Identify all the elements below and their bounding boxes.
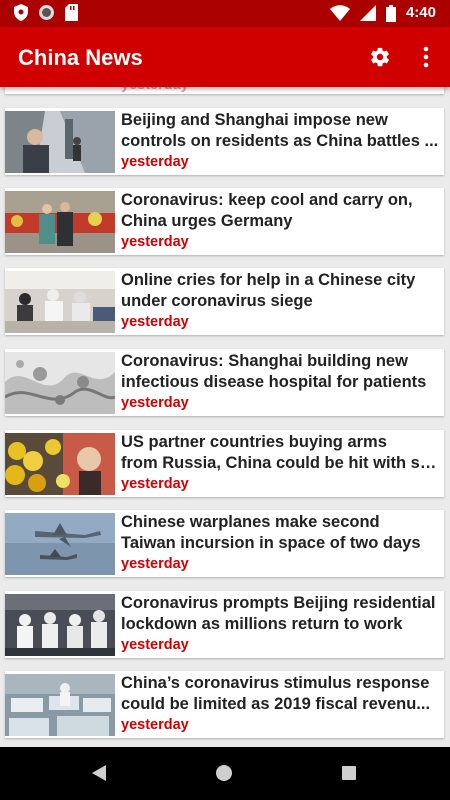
article-title: Online cries for help in a Chinese city …	[121, 270, 441, 311]
overflow-menu-button[interactable]	[420, 45, 432, 69]
article-time: yesterday	[121, 87, 189, 93]
article-title: Coronavirus: Shanghai building new infec…	[121, 351, 441, 392]
article-title-line: lockdown as millions return to work	[121, 614, 403, 633]
more-vert-icon	[423, 46, 429, 68]
article-time: yesterday	[121, 556, 189, 572]
leaders-flowers-photo	[5, 191, 115, 253]
list-item[interactable]: Beijing and Shanghai impose new controls…	[5, 108, 444, 175]
protective-suits-photo	[5, 594, 115, 656]
sd-card-icon	[65, 4, 78, 21]
list-item[interactable]: Online cries for help in a Chinese city …	[5, 268, 444, 335]
list-item[interactable]: Chinese warplanes make second Taiwan inc…	[5, 510, 444, 577]
article-time: yesterday	[121, 637, 189, 653]
article-time: yesterday	[121, 395, 189, 411]
flower-memorial-photo	[5, 433, 115, 495]
article-time: yesterday	[121, 234, 189, 250]
record-icon	[39, 5, 54, 20]
article-title: China’s coronavirus stimulus response co…	[121, 673, 441, 714]
list-item-partial[interactable]: yesterday	[5, 87, 444, 94]
status-time: 4:40	[405, 4, 436, 21]
article-title: US partner countries buying arms from Ru…	[121, 432, 441, 473]
signal-icon	[359, 5, 376, 21]
article-title-line: could be limited as 2019 fiscal revenu..…	[121, 694, 431, 713]
recents-icon[interactable]	[342, 766, 356, 780]
battery-icon	[385, 4, 396, 22]
wifi-icon	[329, 5, 350, 21]
article-title: Coronavirus prompts Beijing residential …	[121, 593, 441, 634]
article-title-line: Beijing and Shanghai impose new	[121, 111, 388, 129]
app-bar: China News	[0, 27, 450, 87]
settings-button[interactable]	[369, 46, 391, 68]
train-station-photo	[5, 111, 115, 173]
article-time: yesterday	[121, 314, 189, 330]
status-right-icons: 4:40	[329, 3, 436, 23]
article-time: yesterday	[121, 717, 189, 733]
gear-icon	[371, 47, 389, 67]
back-icon	[92, 765, 106, 781]
back-button[interactable]	[92, 765, 106, 786]
article-title: Beijing and Shanghai impose new controls…	[121, 110, 441, 151]
list-item[interactable]: China’s coronavirus stimulus response co…	[5, 671, 444, 738]
article-title-line: Coronavirus: keep cool and carry on,	[121, 191, 413, 209]
article-title-line: Chinese warplanes make second	[121, 513, 380, 531]
shield-icon	[14, 4, 28, 21]
list-item[interactable]: Coronavirus: Shanghai building new infec…	[5, 349, 444, 416]
app-title: China News	[18, 45, 143, 70]
navigation-bar	[0, 747, 450, 800]
list-item[interactable]: Coronavirus: keep cool and carry on, Chi…	[5, 188, 444, 255]
article-title-line: under coronavirus siege	[121, 291, 313, 310]
article-title-line: Coronavirus prompts Beijing residential	[121, 594, 436, 612]
article-title: Coronavirus: keep cool and carry on, Chi…	[121, 190, 441, 231]
article-title-line: from Russia, China could be hit with sa.…	[121, 453, 441, 472]
article-title-line: Online cries for help in a Chinese city	[121, 271, 416, 289]
article-title-line: controls on residents as China battles .…	[121, 131, 439, 150]
home-icon[interactable]	[216, 765, 232, 781]
hospital-ward-photo	[5, 674, 115, 736]
warplanes-photo	[5, 513, 115, 575]
article-title-line: China’s coronavirus stimulus response	[121, 674, 430, 692]
status-bar: 4:40	[0, 0, 450, 27]
article-title-line: US partner countries buying arms	[121, 433, 387, 451]
article-title: Chinese warplanes make second Taiwan inc…	[121, 512, 441, 553]
article-time: yesterday	[121, 476, 189, 492]
hospital-crowd-photo	[5, 271, 115, 333]
status-left-icons	[14, 4, 78, 21]
list-item[interactable]: Coronavirus prompts Beijing residential …	[5, 591, 444, 658]
article-title-line: Coronavirus: Shanghai building new	[121, 352, 408, 370]
article-title-line: China urges Germany	[121, 211, 293, 230]
article-title-line: infectious disease hospital for patients	[121, 372, 427, 391]
news-list[interactable]: yesterday Beijing and Shanghai impose ne…	[0, 87, 450, 747]
article-title-line: Taiwan incursion in space of two days	[121, 533, 421, 552]
list-item[interactable]: US partner countries buying arms from Ru…	[5, 430, 444, 497]
article-time: yesterday	[121, 154, 189, 170]
virus-micrograph-photo	[5, 352, 115, 414]
